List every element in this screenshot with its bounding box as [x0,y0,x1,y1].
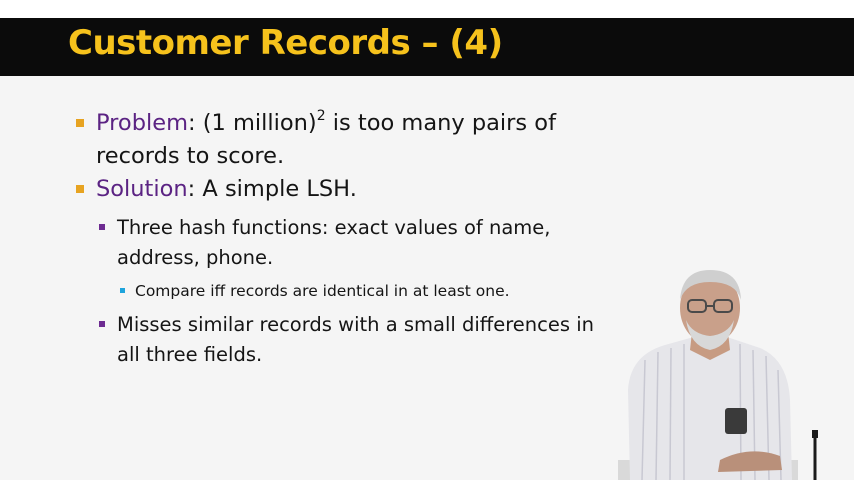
bullet-solution: Solution: A simple LSH. [76,173,598,206]
keyword-solution: Solution [96,176,188,202]
microphone-icon [812,430,818,438]
presenter-video [618,270,818,480]
title-bar: Customer Records – (4) [0,18,854,76]
pocket-item [725,408,747,434]
sub-bullet-text: Three hash functions: exact values of na… [117,216,551,269]
superscript: 2 [316,107,326,124]
sub-bullet-misses: Misses similar records with a small diff… [99,310,609,370]
slide-title: Customer Records – (4) [68,23,503,63]
bullet-problem: Problem: (1 million)2 is too many pairs … [76,107,598,173]
bullet-text: Problem: (1 million)2 is too many pairs … [96,107,598,173]
solution-text: : A simple LSH. [187,176,357,202]
sub-sub-bullet-square-icon [120,288,125,293]
sub-sub-bullet-text: Compare iff records are identical in at … [135,282,510,300]
keyword-problem: Problem [96,110,188,136]
sub-bullet-hash-functions: Three hash functions: exact values of na… [99,213,569,273]
bullet-square-icon [76,119,84,127]
problem-text-a: : (1 million) [188,110,317,136]
sub-bullet-text: Misses similar records with a small diff… [117,313,595,366]
sub-bullet-square-icon [99,321,105,327]
bullet-text: Solution: A simple LSH. [96,173,598,206]
sub-sub-bullet-compare: Compare iff records are identical in at … [120,280,580,302]
top-margin [0,0,854,18]
sub-bullet-square-icon [99,224,105,230]
bullet-square-icon [76,185,84,193]
